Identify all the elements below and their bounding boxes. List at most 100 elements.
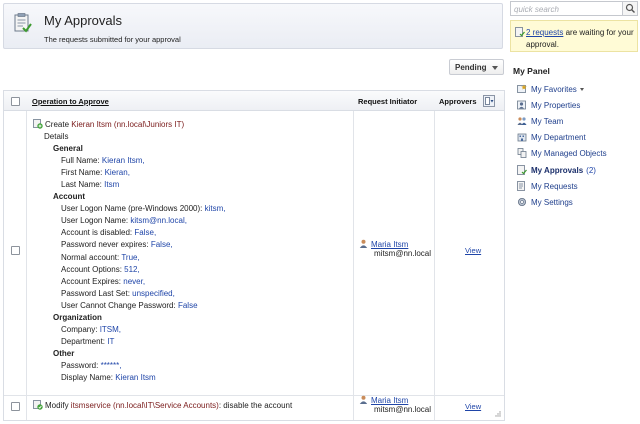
pending-requests-notice: 2 requests are waiting for your approval…: [510, 20, 638, 52]
field-separator: ,: [119, 360, 122, 370]
field-separator: ,: [127, 168, 130, 178]
field-value: unspecified: [132, 288, 173, 298]
field-separator: ,: [223, 204, 226, 214]
row-checkbox[interactable]: [11, 246, 20, 255]
panel-item-label: My Approvals: [531, 165, 584, 175]
field-separator: ,: [118, 324, 122, 334]
row-checkbox[interactable]: [11, 402, 20, 411]
view-link[interactable]: View: [465, 246, 481, 255]
column-divider: [353, 111, 354, 420]
approvals-icon: [515, 27, 525, 37]
settings-icon: [518, 197, 526, 206]
panel-item-my-requests[interactable]: My Requests: [517, 180, 578, 193]
detail-section-title: Organization: [53, 312, 102, 322]
chevron-down-icon[interactable]: [579, 88, 584, 91]
column-header-operation[interactable]: Operation to Approve: [32, 97, 109, 106]
search-button[interactable]: [622, 2, 637, 15]
panel-item-my-favorites[interactable]: My Favorites: [517, 84, 584, 96]
field-label: Account Options:: [61, 264, 125, 274]
details-label: Details: [44, 132, 69, 142]
field-value: IT: [107, 336, 115, 346]
status-filter-dropdown[interactable]: Pending: [449, 59, 504, 75]
field-label: First Name:: [61, 168, 105, 178]
detail-field: Account is disabled: False,: [33, 227, 353, 239]
detail-field: User Logon Name (pre-Windows 2000): kits…: [33, 203, 353, 215]
initiator-email: mitsm@nn.local: [374, 249, 432, 258]
field-separator: ,: [137, 252, 140, 262]
field-separator: ,: [142, 276, 146, 286]
field-label: Full Name:: [61, 156, 102, 166]
field-label: User Cannot Change Password:: [61, 300, 178, 310]
field-value: never: [123, 276, 143, 286]
operation-details: Create Kieran Itsm (nn.local\Juniors IT)…: [33, 119, 353, 384]
panel-title: My Panel: [513, 66, 550, 76]
field-value: Itsm: [104, 180, 120, 190]
panel-item-my-properties[interactable]: My Properties: [517, 100, 580, 112]
detail-field: Account Expires: never,: [33, 276, 353, 288]
request-initiator: Maria Itsm mitsm@nn.local: [359, 239, 431, 258]
field-label: Normal account:: [61, 252, 122, 262]
panel-item-my-approvals[interactable]: My Approvals (2): [517, 164, 596, 177]
field-value: Kieran Itsm: [101, 156, 143, 166]
field-value: 512: [124, 264, 138, 274]
panel-item-label: My Properties: [531, 101, 581, 111]
detail-section-title: Account: [53, 192, 85, 202]
field-value: kitsm@nn.local: [130, 216, 185, 226]
column-divider: [26, 111, 27, 420]
initiator-email: mitsm@nn.local: [374, 405, 432, 414]
field-label: User Logon Name (pre-Windows 2000):: [61, 204, 205, 214]
initiator-link[interactable]: Maria Itsm: [371, 396, 408, 405]
field-label: Password:: [61, 360, 101, 370]
field-label: User Logon Name:: [61, 216, 131, 226]
detail-field: Department: IT: [33, 336, 353, 348]
approvals-icon: [14, 13, 32, 33]
field-separator: ,: [153, 228, 157, 238]
requests-link[interactable]: 2 requests: [526, 28, 563, 37]
field-separator: ,: [170, 240, 173, 250]
panel-item-label: My Settings: [531, 197, 573, 207]
page-title: My Approvals: [44, 13, 123, 28]
panel-item-my-team[interactable]: My Team: [517, 116, 563, 128]
panel-item-my-settings[interactable]: My Settings: [517, 197, 573, 209]
detail-section-title: Other: [53, 348, 75, 358]
panel-item-label: My Department: [531, 133, 586, 143]
operation-description: : disable the account: [218, 401, 293, 410]
field-label: Password Last Set:: [61, 288, 133, 298]
requests-icon: [517, 180, 525, 191]
detail-field: Password Last Set: unspecified,: [33, 288, 353, 300]
create-user-icon: [33, 119, 43, 129]
detail-field: User Cannot Change Password: False: [33, 300, 353, 312]
page-subtitle: The requests submitted for your approval: [44, 35, 181, 44]
search-input[interactable]: quick search: [514, 5, 559, 14]
page-header: My Approvals The requests submitted for …: [3, 3, 503, 49]
operation-details: Modify itsmservice (nn.local\IT\Service …: [33, 400, 353, 412]
favorites-icon: [517, 84, 527, 93]
operation-verb: Modify: [45, 401, 71, 410]
panel-item-count: (2): [586, 165, 596, 175]
field-value: ******: [100, 360, 120, 370]
detail-field: Full Name: Kieran Itsm,: [33, 155, 353, 167]
managed-objects-icon: [517, 148, 527, 159]
panel-item-my-managed-objects[interactable]: My Managed Objects: [517, 148, 607, 160]
field-label: Account is disabled:: [61, 228, 135, 238]
quick-search[interactable]: quick search: [510, 1, 638, 16]
user-icon: [359, 395, 368, 404]
initiator-link[interactable]: Maria Itsm: [371, 240, 408, 249]
column-divider: [434, 111, 435, 420]
department-icon: [517, 133, 527, 142]
field-separator: ,: [142, 156, 145, 166]
field-label: Company:: [61, 324, 100, 334]
detail-field: Password: ******,: [33, 360, 353, 372]
field-value: True: [121, 252, 138, 262]
chevron-down-icon: [492, 66, 498, 70]
status-filter-value: Pending: [455, 63, 487, 72]
select-all-checkbox[interactable]: [11, 97, 20, 106]
field-label: Last Name:: [61, 180, 105, 190]
field-separator: ,: [172, 288, 175, 298]
field-label: Display Name:: [61, 372, 116, 382]
view-link[interactable]: View: [465, 402, 481, 411]
panel-item-my-department[interactable]: My Department: [517, 132, 586, 144]
column-chooser-icon[interactable]: [483, 95, 495, 107]
resize-grip-icon[interactable]: [494, 410, 501, 417]
operation-title: Modify itsmservice (nn.local\IT\Service …: [33, 400, 353, 412]
